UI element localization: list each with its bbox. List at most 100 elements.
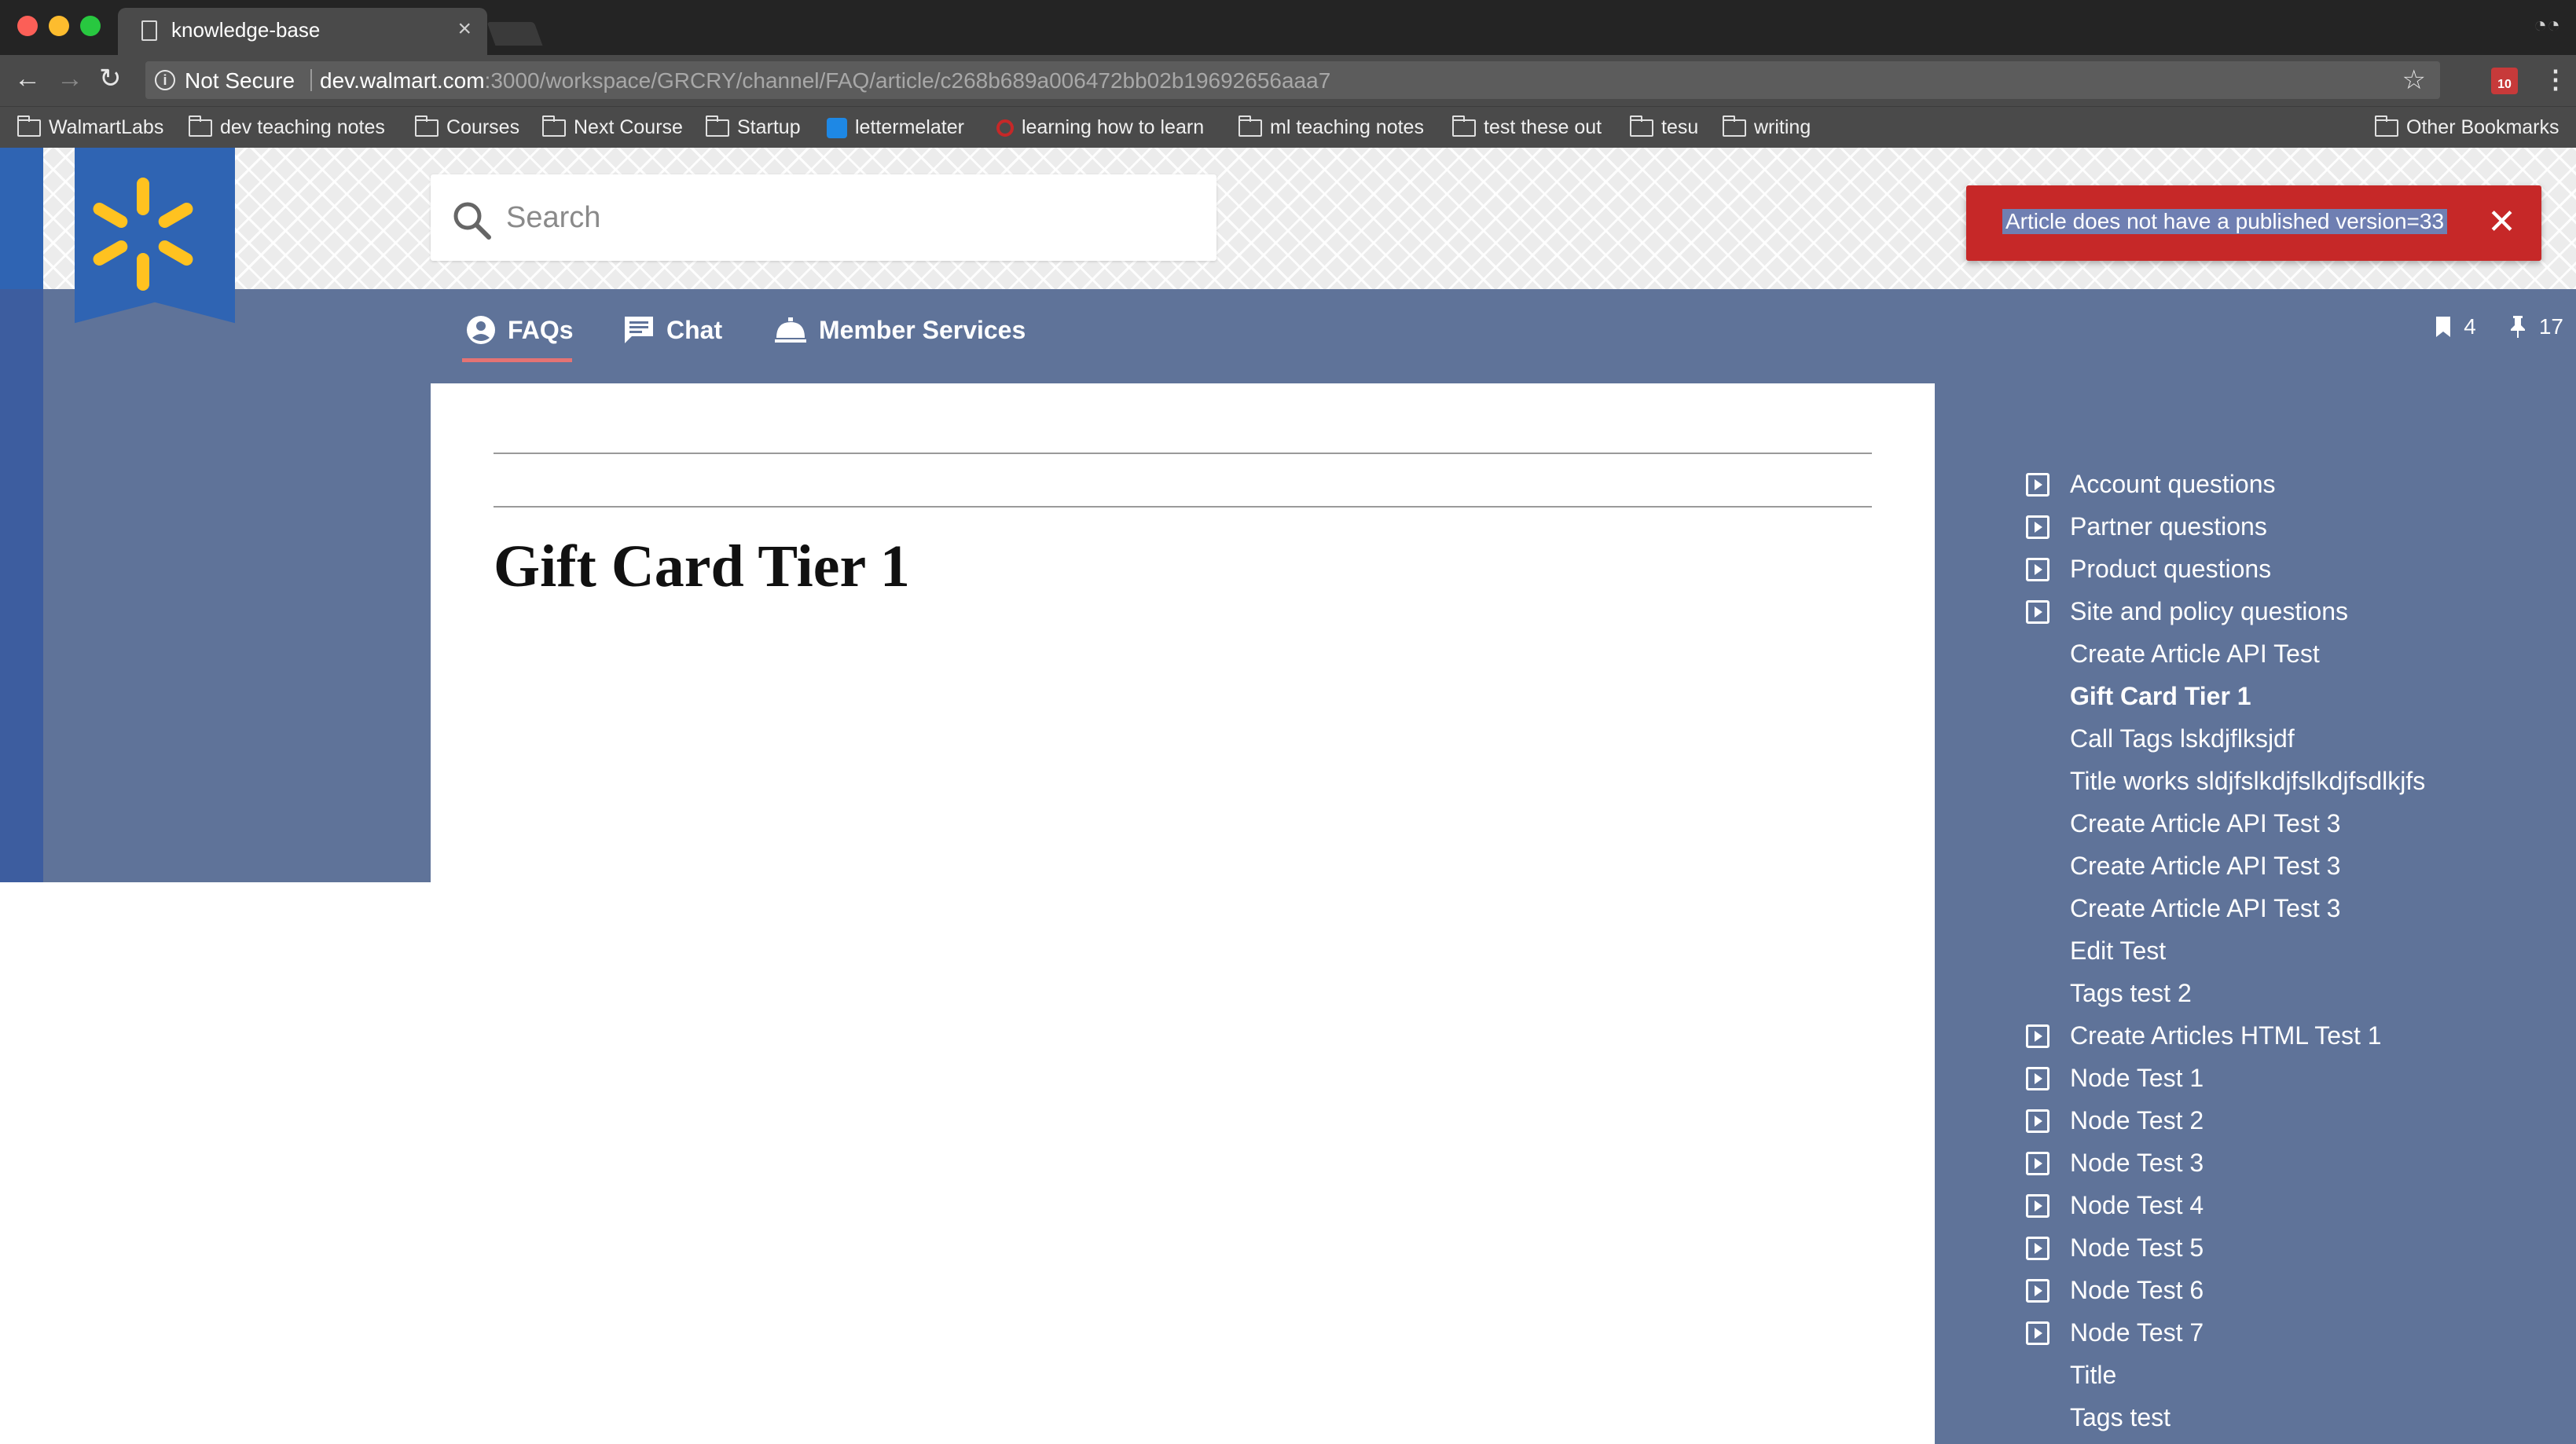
account-circle-icon — [467, 316, 495, 344]
toc-item-label: Tags test — [2070, 1403, 2171, 1431]
folder-icon — [17, 115, 41, 137]
toc-item[interactable]: Gift Card Tier 1 — [2024, 674, 2559, 717]
toc-item[interactable]: Title — [2024, 1353, 2559, 1395]
expand-icon[interactable] — [2026, 1067, 2049, 1090]
toc-item[interactable]: Tags test — [2024, 1395, 2559, 1438]
toc-item-label: Partner questions — [2070, 512, 2267, 541]
bookmark-label: tesu — [1661, 116, 1699, 138]
search-icon[interactable] — [451, 200, 492, 240]
tab-faqs[interactable]: FAQs — [465, 311, 574, 349]
toc-item-label: Node Test 4 — [2070, 1191, 2204, 1219]
bookmark-writing[interactable]: writing — [1723, 115, 1811, 139]
bookmark-learning-how-to-learn[interactable]: learning how to learn — [996, 116, 1204, 139]
window-close-button[interactable] — [17, 16, 38, 36]
expand-icon[interactable] — [2026, 1237, 2049, 1260]
toc-item[interactable]: Node Test 5 — [2024, 1226, 2559, 1268]
bookmark-tesu[interactable]: tesu — [1630, 115, 1699, 139]
other-bookmarks[interactable]: Other Bookmarks — [2375, 115, 2559, 139]
bookmark-lettermelater[interactable]: lettermelater — [827, 116, 964, 139]
expand-icon[interactable] — [2026, 1321, 2049, 1345]
bookmark-courses[interactable]: Courses — [415, 115, 519, 139]
toc-item-label: Create Article API Test 3 — [2070, 894, 2341, 922]
service-bell-icon — [775, 317, 806, 343]
error-toast: Article does not have a published versio… — [1966, 185, 2541, 261]
bookmark-dev-teaching-notes[interactable]: dev teaching notes — [189, 115, 385, 139]
toc-item-label: Call Tags lskdjflksjdf — [2070, 724, 2295, 753]
toc-item[interactable]: Partner questions — [2024, 504, 2559, 547]
security-label[interactable]: Not Secure — [185, 68, 295, 93]
bookmark-next-course[interactable]: Next Course — [542, 115, 683, 139]
toc-item[interactable]: Create Articles HTML Test 1 — [2024, 1013, 2559, 1056]
folder-icon — [2375, 115, 2398, 137]
toc-item[interactable]: Node Test 3 — [2024, 1141, 2559, 1183]
toc-item[interactable]: Create Article API Test — [2024, 632, 2559, 674]
expand-icon[interactable] — [2026, 1109, 2049, 1133]
walmart-spark-icon[interactable] — [80, 171, 206, 297]
tab-member-services[interactable]: Member Services — [773, 311, 1026, 349]
counts: 4 17 — [2434, 314, 2563, 339]
expand-icon[interactable] — [2026, 1279, 2049, 1303]
toc-item[interactable]: Product questions — [2024, 547, 2559, 589]
left-strip-top — [0, 148, 43, 289]
toc-item[interactable]: Create Article API Test 3 — [2024, 801, 2559, 844]
back-icon[interactable]: ← — [14, 64, 41, 93]
window-minimize-button[interactable] — [49, 16, 69, 36]
page-icon — [141, 20, 157, 41]
expand-icon[interactable] — [2026, 558, 2049, 581]
bookmark-star-icon[interactable]: ☆ — [2402, 64, 2426, 96]
toc-item-label: Tags test 2 — [2070, 979, 2192, 1007]
toc-item[interactable]: Account questions — [2024, 462, 2559, 504]
folder-icon — [1452, 115, 1476, 137]
url-path: :3000/workspace/GRCRY/channel/FAQ/articl… — [484, 68, 1331, 93]
reload-icon[interactable]: ↻ — [99, 64, 122, 93]
tab-close-icon[interactable]: × — [457, 16, 472, 42]
expand-icon[interactable] — [2026, 1024, 2049, 1048]
toc-item[interactable]: Create Article API Test 3 — [2024, 844, 2559, 886]
window-maximize-button[interactable] — [80, 16, 101, 36]
expand-icon[interactable] — [2026, 473, 2049, 497]
search-input[interactable] — [506, 192, 1190, 244]
new-tab-button[interactable] — [486, 22, 543, 46]
close-icon[interactable]: ✕ — [2487, 203, 2516, 242]
calendar-extension-icon[interactable]: 10 — [2491, 68, 2518, 94]
browser-menu-icon[interactable]: ⋮ — [2543, 64, 2568, 94]
toc-item[interactable]: Node Test 4 — [2024, 1183, 2559, 1226]
toc-item[interactable]: Node Test 2 — [2024, 1098, 2559, 1141]
toc-item[interactable]: Node Test 1 — [2024, 1056, 2559, 1098]
toc-item[interactable]: Node Test 6 — [2024, 1268, 2559, 1310]
bookmark-label: ml teaching notes — [1270, 116, 1424, 138]
info-icon[interactable]: i — [155, 70, 175, 90]
toc-item-label: Gift Card Tier 1 — [2070, 682, 2251, 710]
toc-item[interactable]: Tags test 2 — [2024, 971, 2559, 1013]
expand-icon[interactable] — [2026, 600, 2049, 624]
toc-item[interactable]: Create Article API Test 3 — [2024, 886, 2559, 929]
toc-item[interactable]: Title works sldjfslkdjfslkdjfsdlkjfs — [2024, 759, 2559, 801]
tab-chat[interactable]: Chat — [622, 311, 722, 349]
toc-item-label: Account questions — [2070, 470, 2276, 498]
bookmark-ml-teaching-notes[interactable]: ml teaching notes — [1238, 115, 1424, 139]
forward-icon[interactable]: → — [57, 64, 83, 93]
toc-item[interactable]: Call Tags lskdjflksjdf — [2024, 717, 2559, 759]
folder-icon — [542, 115, 566, 137]
profile-icon[interactable]: ◔◔ — [2534, 13, 2560, 38]
expand-icon[interactable] — [2026, 1152, 2049, 1175]
bookmark-label: learning how to learn — [1022, 116, 1205, 138]
bookmark-startup[interactable]: Startup — [706, 115, 801, 139]
expand-icon[interactable] — [2026, 515, 2049, 539]
browser-tab[interactable]: knowledge-base × — [118, 8, 487, 55]
bookmark-walmartlabs[interactable]: WalmartLabs — [17, 115, 163, 139]
bookmark-test-these-out[interactable]: test these out — [1452, 115, 1602, 139]
tab-label: Member Services — [819, 315, 1026, 344]
url-text[interactable]: dev.walmart.com:3000/workspace/GRCRY/cha… — [320, 68, 1330, 93]
toc-item[interactable]: Site and policy questions — [2024, 589, 2559, 632]
toc-item[interactable]: Node Test 7 — [2024, 1310, 2559, 1353]
toc-item-label: Node Test 7 — [2070, 1318, 2204, 1347]
search-box — [431, 174, 1216, 261]
bookmark-label: dev teaching notes — [220, 116, 385, 138]
expand-icon[interactable] — [2026, 1194, 2049, 1218]
address-bar[interactable]: i Not Secure dev.walmart.com:3000/worksp… — [145, 61, 2440, 99]
pin-icon[interactable] — [2508, 314, 2528, 339]
toc-item[interactable]: Edit Test — [2024, 929, 2559, 971]
toc-list: Account questions Partner questions Produc… — [2024, 462, 2559, 1438]
bookmark-icon[interactable] — [2434, 315, 2453, 339]
